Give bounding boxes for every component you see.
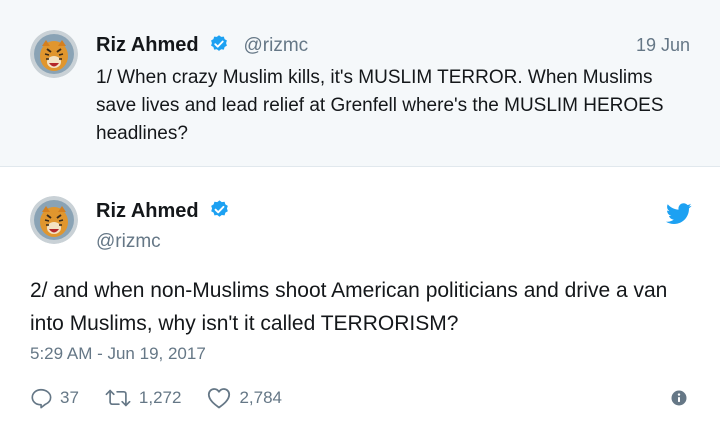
like-button[interactable]: 2,784 [207, 387, 282, 409]
tiger-avatar-image [30, 30, 78, 78]
tiger-avatar-image [30, 196, 78, 244]
reply-icon [30, 387, 52, 409]
tweet-date[interactable]: 19 Jun [636, 35, 690, 56]
retweet-count: 1,272 [138, 388, 182, 407]
avatar[interactable] [30, 196, 78, 244]
heart-icon [207, 387, 231, 409]
tweet-actions: 37 1,272 2,784 [30, 386, 308, 410]
tweet-timestamp[interactable]: 5:29 AM - Jun 19, 2017 [30, 344, 206, 364]
parent-tweet[interactable]: Riz Ahmed @rizmc 19 Jun 1/ When crazy Mu… [0, 0, 720, 167]
tweet-text: 1/ When crazy Muslim kills, it's MUSLIM … [96, 67, 664, 144]
tweet-text: 2/ and when non-Muslims shoot American p… [30, 279, 668, 335]
author-handle[interactable]: @rizmc [96, 231, 161, 253]
reply-count: 37 [60, 388, 79, 407]
author-name[interactable]: Riz Ahmed [96, 34, 199, 56]
info-icon[interactable] [671, 390, 687, 411]
author-name[interactable]: Riz Ahmed [96, 200, 199, 222]
twitter-bird-icon[interactable] [666, 203, 692, 230]
retweet-button[interactable]: 1,272 [105, 387, 182, 409]
verified-badge-icon [209, 34, 229, 59]
verified-badge-icon [209, 199, 230, 225]
retweet-icon [105, 387, 131, 409]
like-count: 2,784 [239, 388, 283, 407]
author-handle[interactable]: @rizmc [244, 35, 309, 56]
reply-button[interactable]: 37 [30, 387, 79, 409]
avatar[interactable] [30, 30, 78, 78]
